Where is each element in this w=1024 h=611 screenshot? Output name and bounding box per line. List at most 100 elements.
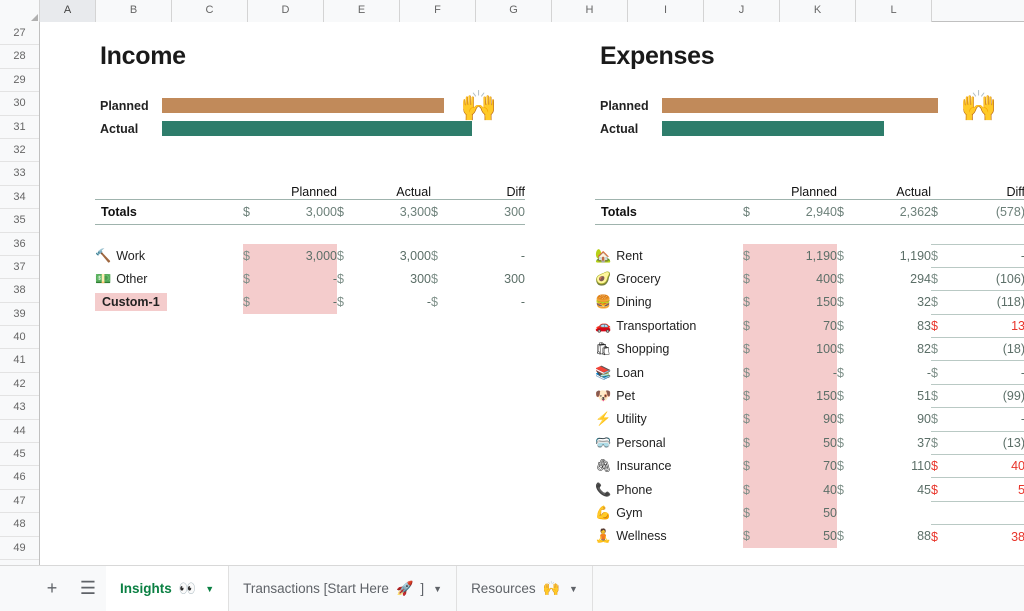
expenses-actual-value: - (926, 365, 931, 380)
income-totals-diff-currency: $ (431, 199, 453, 225)
expenses-actual-value: 37 (917, 435, 931, 450)
income-diff-currency: $ (431, 248, 438, 263)
grid-body[interactable]: Income Planned Actual 🙌 Planned Actual D… (40, 22, 1024, 565)
row-header-33[interactable]: 33 (0, 162, 39, 186)
expenses-category-name: 💪 Gym (595, 504, 643, 520)
income-planned-track (162, 94, 500, 117)
add-sheet-icon[interactable]: + (34, 566, 70, 611)
income-planned-value[interactable]: 3,000 (265, 244, 337, 268)
row-header-43[interactable]: 43 (0, 396, 39, 420)
expenses-planned-currency: $ (743, 314, 765, 338)
expenses-category-name: 🛍 Shopping (595, 341, 670, 357)
row-header-39[interactable]: 39 (0, 302, 39, 327)
sheet-tab-label: Insights (120, 581, 172, 596)
expenses-planned-value[interactable]: 400 (765, 267, 837, 291)
sheet-tab-resources[interactable]: Resources 🙌 ▼ (457, 566, 593, 611)
expenses-planned-track (662, 94, 1000, 117)
expenses-planned-value[interactable]: 50 (765, 524, 837, 549)
chevron-down-icon[interactable]: ▼ (433, 584, 442, 594)
table-row: 🏡Rent$1,190$1,190$- (595, 243, 1024, 268)
row-header-37[interactable]: 37 (0, 255, 39, 280)
column-header-c[interactable]: C (172, 0, 248, 22)
income-header-planned: Planned (265, 177, 337, 200)
expenses-diff-value: 5 (953, 477, 1024, 502)
row-header-35[interactable]: 35 (0, 209, 39, 233)
column-header-g[interactable]: G (476, 0, 552, 22)
expenses-diff-value: - (953, 407, 1024, 432)
expenses-diff-currency: $ (931, 290, 953, 315)
expenses-diff-value: (118) (953, 290, 1024, 315)
expenses-planned-value[interactable]: 70 (765, 454, 837, 478)
row-header-29[interactable]: 29 (0, 68, 39, 93)
column-header-f[interactable]: F (400, 0, 476, 22)
expenses-actual-label: Actual (600, 121, 639, 136)
column-header-b[interactable]: B (96, 0, 172, 22)
row-header-40[interactable]: 40 (0, 326, 39, 350)
expenses-planned-value[interactable]: 150 (765, 384, 837, 408)
row-header-31[interactable]: 31 (0, 115, 39, 139)
row-header-42[interactable]: 42 (0, 372, 39, 397)
expenses-actual-currency: $ (837, 459, 844, 474)
expenses-planned-value[interactable]: 100 (765, 337, 837, 361)
expenses-planned-value[interactable]: 40 (765, 477, 837, 502)
expenses-planned-value[interactable]: 50 (765, 501, 837, 525)
column-header-e[interactable]: E (324, 0, 400, 22)
column-header-h[interactable]: H (552, 0, 628, 22)
row-header-28[interactable]: 28 (0, 45, 39, 69)
spreadsheet-app: ABCDEFGHIJKL 27 28 29 30 31 32 33 34 35 36 37 38 39 4… (0, 0, 1024, 611)
muscle-icon: 💪 (595, 504, 612, 520)
expenses-planned-value[interactable]: 1,190 (765, 244, 837, 268)
column-header-j[interactable]: J (704, 0, 780, 22)
hammer-icon: 🔨 (95, 247, 112, 263)
expenses-planned-value[interactable]: 50 (765, 431, 837, 455)
income-header-spacer (95, 177, 243, 200)
expenses-actual-currency: $ (837, 272, 844, 287)
expenses-table: Planned Actual Diff Totals $ 2,940 $ 2,3… (595, 177, 1024, 549)
row-header-48[interactable]: 48 (0, 513, 39, 537)
dog-icon: 🐶 (595, 388, 612, 404)
expenses-actual-currency: $ (837, 412, 844, 427)
column-header-a[interactable]: A (40, 0, 96, 22)
row-header-41[interactable]: 41 (0, 349, 39, 373)
select-all-corner[interactable] (0, 0, 40, 22)
income-actual-label: Actual (100, 121, 139, 136)
income-bar-chart: Planned Actual (100, 94, 500, 140)
sheet-tab-insights[interactable]: Insights 👀 ▼ (106, 566, 230, 611)
column-header-l[interactable]: L (856, 0, 932, 22)
all-sheets-icon[interactable]: ☰ (70, 566, 106, 611)
row-header-36[interactable]: 36 (0, 232, 39, 256)
row-header-38[interactable]: 38 (0, 279, 39, 303)
expenses-diff-value: - (953, 360, 1024, 385)
chevron-down-icon[interactable]: ▼ (205, 584, 214, 594)
row-header-32[interactable]: 32 (0, 138, 39, 163)
sheet-tab-transactions-start-here[interactable]: Transactions [Start Here 🚀] ▼ (229, 566, 458, 611)
custom-category-input[interactable]: Custom-1 (95, 293, 167, 312)
expenses-planned-currency: $ (743, 290, 765, 315)
expenses-actual-bar-row: Actual (600, 117, 1000, 140)
row-header-49[interactable]: 49 (0, 536, 39, 560)
row-header-27[interactable]: 27 (0, 22, 39, 46)
expenses-diff-value: 13 (953, 313, 1024, 338)
expenses-planned-value[interactable]: 90 (765, 407, 837, 432)
column-header-i[interactable]: I (628, 0, 704, 22)
chevron-down-icon[interactable]: ▼ (569, 584, 578, 594)
column-header-d[interactable]: D (248, 0, 324, 22)
row-header-44[interactable]: 44 (0, 419, 39, 444)
expenses-planned-currency: $ (743, 454, 765, 478)
row-header-30[interactable]: 30 (0, 92, 39, 116)
expenses-planned-value[interactable]: - (765, 360, 837, 385)
expenses-planned-currency: $ (743, 244, 765, 268)
sheet-tab-label-suffix: ] (420, 581, 425, 596)
expenses-planned-value[interactable]: 150 (765, 290, 837, 315)
table-row: 🧘 Wellness $50 $88 $38 (595, 524, 1024, 549)
column-header-k[interactable]: K (780, 0, 856, 22)
expenses-planned-value[interactable]: 70 (765, 314, 837, 338)
row-header-34[interactable]: 34 (0, 185, 39, 210)
row-header-46[interactable]: 46 (0, 466, 39, 490)
row-header-45[interactable]: 45 (0, 443, 39, 467)
income-planned-value[interactable]: - (265, 290, 337, 315)
income-planned-value[interactable]: - (265, 267, 337, 291)
expenses-header-diff: Diff (953, 177, 1024, 200)
expenses-diff-value: (18) (953, 337, 1024, 361)
row-header-47[interactable]: 47 (0, 489, 39, 514)
